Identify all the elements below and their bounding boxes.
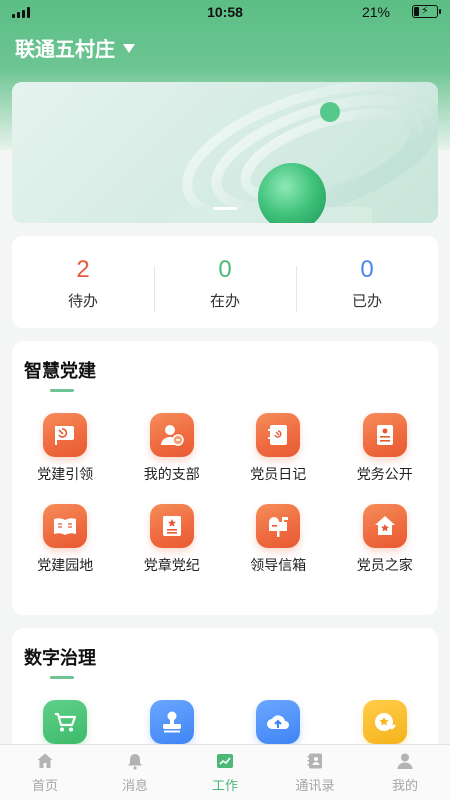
bell-icon [90, 752, 180, 770]
governance-item[interactable] [119, 700, 226, 744]
party-flag-icon [43, 413, 88, 457]
party-building-card: 智慧党建 党建引领 我的支部 党员日记 党务公开 党建园地 党章党纪 领导信箱 … [12, 341, 438, 615]
party-item[interactable]: 党员日记 [225, 413, 332, 484]
profile-icon [360, 752, 450, 770]
stamp-icon [149, 700, 194, 744]
party-item-label: 领导信箱 [250, 557, 307, 573]
home-star-icon [362, 504, 407, 548]
rules-book-icon [149, 504, 194, 548]
governance-item[interactable] [225, 700, 332, 744]
party-item-label: 党员日记 [250, 466, 307, 482]
notice-document-icon [362, 413, 407, 457]
tab-contacts[interactable]: 通讯录 [270, 745, 360, 800]
party-item-label: 党建引领 [37, 466, 94, 482]
party-item[interactable]: 党员之家 [332, 504, 439, 575]
section-title: 智慧党建 [24, 361, 96, 381]
stat-todo[interactable]: 2 待办 [12, 236, 154, 328]
diary-book-icon [256, 413, 301, 457]
stat-done[interactable]: 0 已办 [296, 236, 438, 328]
star-badge-icon [362, 700, 407, 744]
governance-item[interactable] [12, 700, 119, 744]
party-item-label: 我的支部 [143, 466, 200, 482]
banner-carousel[interactable] [12, 82, 438, 223]
carousel-indicator[interactable] [213, 207, 237, 210]
contacts-icon [270, 752, 360, 770]
shopping-cart-icon [43, 700, 88, 744]
tab-profile[interactable]: 我的 [360, 745, 450, 800]
party-item-label: 党章党纪 [143, 557, 200, 573]
party-item[interactable]: 党建引领 [12, 413, 119, 484]
party-item[interactable]: 领导信箱 [225, 504, 332, 575]
tab-home[interactable]: 首页 [0, 745, 90, 800]
party-item-label: 党建园地 [37, 557, 94, 573]
party-item[interactable]: 我的支部 [119, 413, 226, 484]
tab-work[interactable]: 工作 [180, 745, 270, 800]
mailbox-icon [256, 504, 301, 548]
banner-artwork [172, 82, 438, 223]
tab-label: 工作 [211, 778, 238, 793]
party-item[interactable]: 党章党纪 [119, 504, 226, 575]
cloud-upload-icon [256, 700, 301, 744]
stat-in-progress-count: 0 [218, 256, 232, 283]
caret-down-icon [123, 44, 135, 53]
tab-label: 我的 [391, 778, 418, 793]
stat-todo-label: 待办 [67, 293, 98, 310]
stat-done-label: 已办 [351, 293, 382, 310]
stat-in-progress-label: 在办 [209, 293, 240, 310]
tab-label: 通讯录 [295, 778, 335, 793]
stat-todo-count: 2 [76, 256, 90, 283]
battery-icon: ⚡ [412, 5, 441, 18]
governance-item[interactable] [332, 700, 439, 744]
party-item[interactable]: 党建园地 [12, 504, 119, 575]
task-stats-card: 2 待办 0 在办 0 已办 [12, 236, 438, 328]
bottom-tab-bar: 首页 消息 工作 通讯录 我的 [0, 744, 450, 800]
stat-done-count: 0 [360, 256, 374, 283]
home-icon [0, 752, 90, 770]
status-bar: 10:58 21% ⚡ [0, 0, 450, 24]
party-item-label: 党务公开 [356, 466, 413, 482]
section-title-underline [50, 676, 74, 679]
tab-messages[interactable]: 消息 [90, 745, 180, 800]
village-name: 联通五村庄 [15, 39, 115, 61]
section-title-underline [50, 389, 74, 392]
work-chart-icon [180, 752, 270, 770]
tab-label: 消息 [121, 778, 148, 793]
open-book-icon [43, 504, 88, 548]
battery-percent: 21% [361, 4, 390, 20]
party-item-label: 党员之家 [356, 557, 413, 573]
stat-in-progress[interactable]: 0 在办 [154, 236, 296, 328]
section-title: 数字治理 [24, 648, 96, 668]
branch-member-icon [149, 413, 194, 457]
party-item[interactable]: 党务公开 [332, 413, 439, 484]
tab-label: 首页 [31, 778, 58, 793]
village-selector[interactable]: 联通五村庄 [15, 33, 135, 62]
